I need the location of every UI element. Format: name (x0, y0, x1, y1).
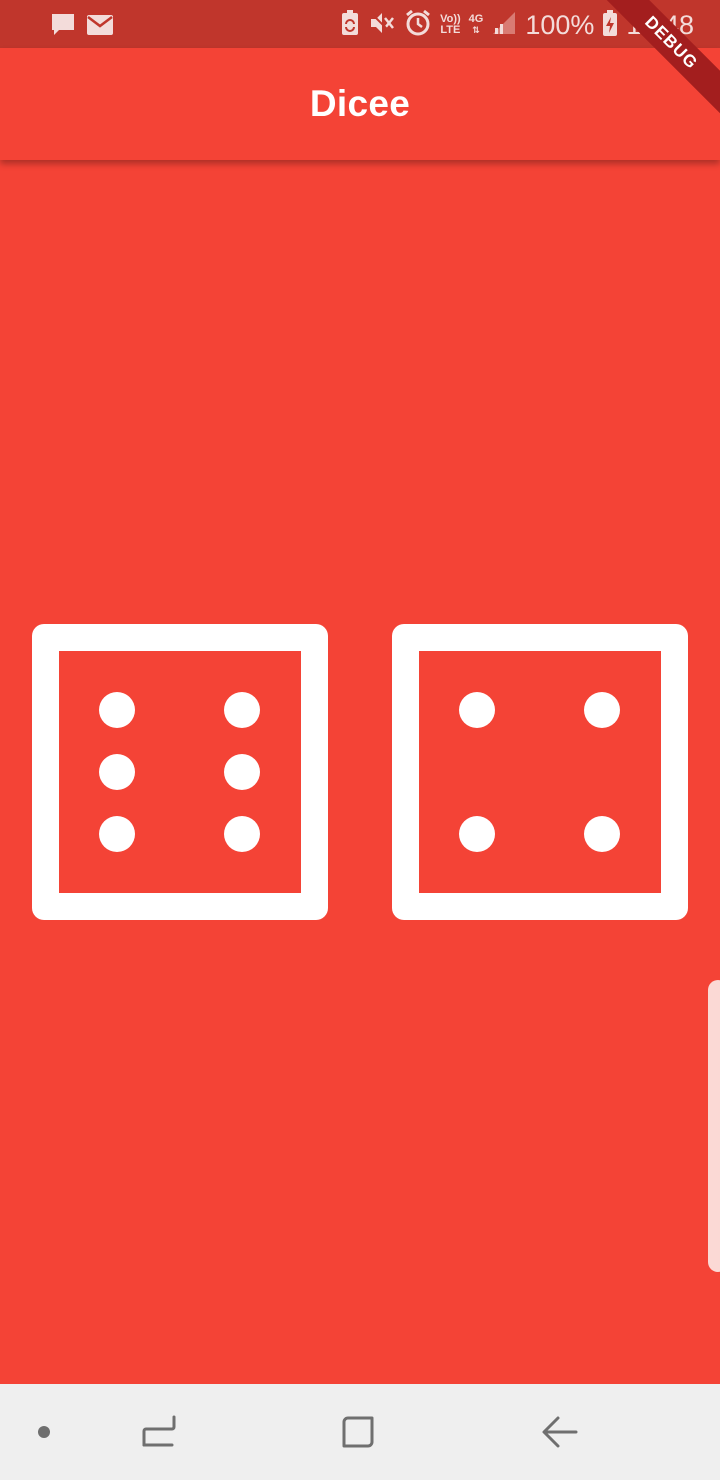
app-title: Dicee (309, 83, 411, 124)
die-face (59, 651, 301, 893)
battery-charging-icon (602, 9, 618, 42)
network-label: 4G (468, 13, 484, 25)
mail-icon (86, 13, 114, 42)
die-six-icon (32, 624, 328, 920)
die-pip (584, 816, 620, 852)
back-icon (542, 1416, 578, 1448)
mute-icon (368, 9, 396, 42)
left-die-button[interactable] (32, 624, 328, 920)
die-pip (224, 816, 260, 852)
die-pip (584, 692, 620, 728)
signal-icon (491, 10, 517, 41)
die-pip (224, 754, 260, 790)
home-button[interactable] (298, 1384, 418, 1480)
die-pip (459, 816, 495, 852)
die-pip (224, 692, 260, 728)
edge-panel-handle[interactable] (708, 980, 720, 1272)
home-icon (342, 1416, 374, 1448)
screen: Vo)) LTE 4G ⇅ 100% DEBUG Dicee (0, 0, 720, 1480)
recent-apps-button[interactable] (98, 1384, 218, 1480)
navigation-bar (0, 1384, 720, 1480)
battery-saver-icon (340, 9, 360, 42)
notification-icons (50, 12, 114, 43)
volte-icon: Vo)) LTE (440, 14, 461, 36)
dot-icon (38, 1426, 50, 1438)
recent-apps-icon (142, 1415, 176, 1447)
network-4g-icon: 4G ⇅ (468, 13, 484, 36)
chat-icon (50, 12, 76, 43)
die-four-icon (392, 624, 688, 920)
die-pip (459, 692, 495, 728)
nav-dot-button[interactable] (0, 1384, 104, 1480)
dice-row (0, 624, 720, 920)
back-button[interactable] (500, 1384, 620, 1480)
die-pip (99, 754, 135, 790)
alarm-icon (404, 9, 432, 42)
right-die-button[interactable] (392, 624, 688, 920)
volte-label-bottom: LTE (440, 24, 461, 36)
app-bar: Dicee (0, 48, 720, 160)
die-face (419, 651, 661, 893)
battery-percent: 100% (525, 10, 595, 40)
die-pip (99, 816, 135, 852)
status-bar: Vo)) LTE 4G ⇅ 100% (0, 0, 720, 48)
die-pip (99, 692, 135, 728)
